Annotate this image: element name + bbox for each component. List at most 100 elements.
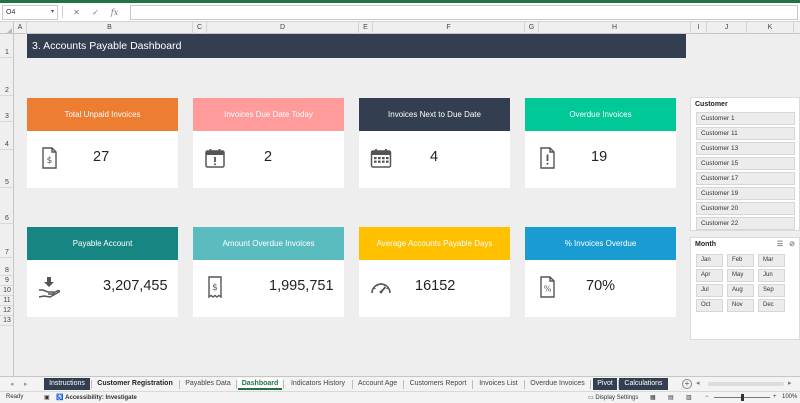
- row-header-6[interactable]: 6: [0, 188, 13, 224]
- sheet-tab-dashboard[interactable]: Dashboard: [238, 378, 282, 390]
- row-header-4[interactable]: 4: [0, 122, 13, 150]
- page-layout-view-icon[interactable]: ▤: [668, 394, 674, 401]
- calendar-icon: [205, 149, 225, 168]
- tab-separator: [236, 380, 237, 389]
- customer-slicer-item[interactable]: Customer 1: [696, 112, 795, 125]
- sheet-tab-customers-report[interactable]: Customers Report: [405, 378, 471, 390]
- card-value: 1,995,751: [269, 278, 334, 294]
- sheet-tab-calculations[interactable]: Calculations: [619, 378, 668, 390]
- row-header-12[interactable]: 12: [0, 306, 13, 316]
- month-slicer-item[interactable]: Jul: [696, 284, 723, 297]
- column-header-b[interactable]: B: [27, 22, 193, 34]
- card-value: 16152: [415, 278, 456, 294]
- sheet-tab-bar: ◂ ▸ + ◂ ▸ Instructions Customer Registrat…: [0, 376, 800, 391]
- month-slicer[interactable]: Month ☰ ⊘ Jan Feb Mar Apr May Jun Jul Aug Sep Oct…: [690, 237, 800, 340]
- accessibility-status[interactable]: ♿ Accessibility: Investigate: [56, 394, 137, 401]
- card-body: 19: [525, 131, 676, 188]
- name-box[interactable]: O4 ▾: [2, 4, 58, 20]
- card-body: % 70%: [525, 260, 676, 317]
- customer-slicer-item[interactable]: Customer 13: [696, 142, 795, 155]
- zoom-out-icon[interactable]: −: [705, 394, 709, 400]
- card-payable-account: Payable Account 3,207,455: [27, 227, 178, 317]
- customer-slicer-item[interactable]: Customer 22: [696, 217, 795, 230]
- column-header-k[interactable]: K: [747, 22, 794, 34]
- card-percent-invoices-overdue: % Invoices Overdue % 70%: [525, 227, 676, 317]
- scroll-left-icon[interactable]: ◂: [696, 379, 700, 387]
- month-slicer-item[interactable]: Sep: [758, 284, 785, 297]
- row-header-1[interactable]: 1: [0, 34, 13, 58]
- customer-slicer-item[interactable]: Customer 11: [696, 127, 795, 140]
- scroll-right-icon[interactable]: ▸: [788, 379, 792, 387]
- row-header-11[interactable]: 11: [0, 296, 13, 306]
- month-slicer-item[interactable]: Feb: [727, 254, 754, 267]
- column-header-c[interactable]: C: [193, 22, 207, 34]
- month-slicer-item[interactable]: Mar: [758, 254, 785, 267]
- column-header-e[interactable]: E: [359, 22, 373, 34]
- row-header-3[interactable]: 3: [0, 96, 13, 122]
- add-sheet-icon[interactable]: +: [682, 379, 692, 389]
- normal-view-icon[interactable]: ▦: [650, 394, 656, 401]
- column-header-j[interactable]: J: [707, 22, 747, 34]
- zoom-in-icon[interactable]: +: [773, 394, 777, 400]
- sheet-tab-payables-data[interactable]: Payables Data: [181, 378, 235, 390]
- excel-window: O4 ▾ ✕ ✓ fx ABCDEFGHIJK 1 2 3 4 5 6 7 8 9 10 11 12 1…: [0, 0, 800, 403]
- sheet-tab-overdue-invoices[interactable]: Overdue Invoices: [526, 378, 589, 390]
- multi-select-icon[interactable]: ☰: [777, 241, 783, 248]
- column-header-a[interactable]: A: [14, 22, 27, 34]
- month-slicer-item[interactable]: Jun: [758, 269, 785, 282]
- formula-input[interactable]: [130, 4, 798, 20]
- customer-slicer[interactable]: Customer Customer 1 Customer 11 Customer 1…: [690, 97, 800, 231]
- customer-slicer-item[interactable]: Customer 20: [696, 202, 795, 215]
- row-header-9[interactable]: 9: [0, 276, 13, 286]
- sheet-tab-customer-registration[interactable]: Customer Registration: [92, 378, 178, 390]
- enter-icon[interactable]: ✓: [91, 8, 100, 17]
- customer-slicer-item[interactable]: Customer 15: [696, 157, 795, 170]
- sheet-tab-pivot[interactable]: Pivot: [593, 378, 617, 390]
- customer-slicer-title: Customer: [695, 101, 728, 108]
- tab-scroll-right-icon[interactable]: ▸: [24, 380, 28, 388]
- scrollbar-track[interactable]: [708, 382, 784, 386]
- sheet-tab-instructions[interactable]: Instructions: [44, 378, 90, 390]
- row-header-10[interactable]: 10: [0, 286, 13, 296]
- customer-slicer-item[interactable]: Customer 19: [696, 187, 795, 200]
- month-slicer-item[interactable]: Dec: [758, 299, 785, 312]
- page-break-view-icon[interactable]: ▥: [686, 394, 692, 401]
- select-all-corner[interactable]: [0, 22, 14, 34]
- horizontal-scrollbar[interactable]: ◂ ▸: [696, 380, 796, 388]
- column-header-d[interactable]: D: [207, 22, 359, 34]
- macro-recording-icon[interactable]: ▣: [44, 394, 50, 401]
- column-header-h[interactable]: H: [539, 22, 691, 34]
- column-header-g[interactable]: G: [525, 22, 539, 34]
- customer-slicer-item[interactable]: Customer 17: [696, 172, 795, 185]
- card-invoices-due-today: Invoices Due Date Today 2: [193, 98, 344, 188]
- column-header-i[interactable]: I: [691, 22, 707, 34]
- card-average-payable-days: Average Accounts Payable Days 16152: [359, 227, 510, 317]
- sheet-tab-account-age[interactable]: Account Age: [353, 378, 402, 390]
- row-header-13[interactable]: 13: [0, 316, 13, 326]
- month-slicer-item[interactable]: Aug: [727, 284, 754, 297]
- card-header: Invoices Next to Due Date: [359, 98, 510, 131]
- row-header-8[interactable]: 8: [0, 258, 13, 276]
- clear-filter-icon[interactable]: ⊘: [789, 241, 795, 248]
- insert-function-icon[interactable]: fx: [110, 8, 119, 17]
- display-settings[interactable]: ▭ Display Settings: [588, 394, 638, 401]
- display-settings-icon: ▭: [588, 395, 594, 401]
- cancel-icon[interactable]: ✕: [72, 8, 81, 17]
- zoom-level[interactable]: 100%: [782, 394, 797, 400]
- month-slicer-item[interactable]: Jan: [696, 254, 723, 267]
- month-slicer-item[interactable]: May: [727, 269, 754, 282]
- sheet-tab-indicators-history[interactable]: Indicators History: [285, 378, 351, 390]
- zoom-slider-thumb[interactable]: [741, 394, 744, 401]
- row-header-7[interactable]: 7: [0, 224, 13, 258]
- alert-document-icon: [540, 147, 555, 169]
- chevron-down-icon[interactable]: ▾: [51, 6, 54, 19]
- column-header-f[interactable]: F: [373, 22, 525, 34]
- row-header-2[interactable]: 2: [0, 58, 13, 96]
- row-header-5[interactable]: 5: [0, 150, 13, 188]
- sheet-tab-invoices-list[interactable]: Invoices List: [474, 378, 523, 390]
- tab-scroll-left-icon[interactable]: ◂: [10, 380, 14, 388]
- card-body: 4: [359, 131, 510, 188]
- month-slicer-item[interactable]: Oct: [696, 299, 723, 312]
- month-slicer-item[interactable]: Apr: [696, 269, 723, 282]
- month-slicer-item[interactable]: Nov: [727, 299, 754, 312]
